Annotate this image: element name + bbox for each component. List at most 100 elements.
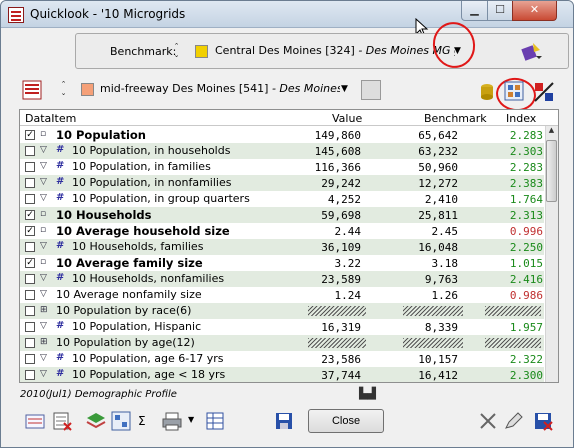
row-checkbox[interactable] [25,354,35,364]
benchmark-color-swatch [195,45,208,58]
table-row[interactable]: ⊞ 10 Population by race(6) [20,303,544,319]
delete-table-icon[interactable] [51,410,73,432]
scroll-up-arrow-icon[interactable]: ▲ [546,126,557,138]
column-header-value[interactable]: Value [332,112,362,125]
table-row[interactable]: ▽ 10 Average nonfamily size 1.24 1.26 0.986 [20,287,544,303]
close-button[interactable]: Close [308,409,384,433]
row-checkbox[interactable] [25,274,35,284]
remove-icon[interactable] [477,410,499,432]
filter-triangle-icon[interactable]: ▽ [40,321,47,331]
database-icon[interactable] [478,80,500,102]
table-row[interactable]: ✓ ▫ 10 Households 59,698 25,811 2.313 [20,207,544,223]
row-label: 10 Households [56,208,152,222]
save-icon[interactable] [273,410,295,432]
split-view-icon[interactable] [533,81,555,103]
filter-triangle-icon[interactable]: ▽ [40,289,47,299]
item-square-icon[interactable]: ▫ [40,209,46,219]
filter-triangle-icon[interactable]: ▽ [40,145,47,155]
row-checkbox[interactable]: ✓ [25,210,35,220]
table-row[interactable]: ▽ #10 Population, age < 18 yrs 37,744 16,41… [20,367,544,382]
profile-chart-icon[interactable]: ▙▟ [359,387,376,400]
row-checkbox[interactable] [25,370,35,380]
grid-settings-icon[interactable] [110,410,132,432]
vertical-scrollbar[interactable]: ▲ [545,126,558,382]
column-header-dataitem[interactable]: DataItem [25,112,76,125]
printer-dropdown-arrow-icon[interactable]: ▼ [188,415,194,424]
row-checkbox[interactable]: ✓ [25,226,35,236]
table-export-icon[interactable] [24,410,46,432]
table-row[interactable]: ▽ #10 Population, in families 116,366 50,96… [20,159,544,175]
filter-triangle-icon[interactable]: ▽ [40,353,47,363]
column-header-benchmark[interactable]: Benchmark [424,112,487,125]
row-checkbox[interactable] [25,242,35,252]
row-checkbox[interactable] [25,322,35,332]
row-checkbox[interactable] [25,178,35,188]
layers-icon[interactable] [85,410,107,432]
filter-triangle-icon[interactable]: ▽ [40,193,47,203]
save-close-icon[interactable] [532,410,554,432]
filter-triangle-icon[interactable]: ▽ [40,241,47,251]
column-header-index[interactable]: Index [506,112,536,125]
row-checkbox[interactable] [25,194,35,204]
item-square-icon[interactable]: ▫ [40,129,46,139]
minimize-button[interactable]: ▁ [461,1,488,21]
expand-plus-icon[interactable]: ⊞ [40,305,48,315]
table-row[interactable]: ✓ ▫ 10 Average household size 2.44 2.45 0.996 [20,223,544,239]
row-value: 23,586 [321,353,361,366]
benchmark-spinner[interactable]: ⌃ ⌄ [172,42,181,62]
area-spinner[interactable]: ⌃ ⌄ [59,80,68,100]
expand-plus-icon[interactable]: ⊞ [40,337,48,347]
table-row[interactable]: ▽ #10 Households, nonfamilies 23,589 9,763 2… [20,271,544,287]
row-checkbox[interactable] [25,146,35,156]
filter-triangle-icon[interactable]: ▽ [40,161,47,171]
table-row[interactable]: ▽ #10 Population, Hispanic 16,319 8,339 1.95… [20,319,544,335]
row-checkbox[interactable] [25,162,35,172]
row-checkbox[interactable] [25,338,35,348]
row-label: 10 Population, in households [72,144,231,157]
row-checkbox[interactable]: ✓ [25,258,35,268]
row-label: 10 Population, in nonfamilies [72,176,232,189]
area-zoom-tool-icon[interactable] [361,80,381,100]
benchmark-select[interactable]: Central Des Moines [324] - Des Moines MG… [215,44,455,57]
row-value: 36,109 [321,241,361,254]
report-grid-icon[interactable] [204,410,226,432]
numeric-hash-icon: # [56,352,65,363]
filter-triangle-icon[interactable]: ▽ [40,177,47,187]
table-row[interactable]: ▽ #10 Population, in group quarters 4,252 2… [20,191,544,207]
scroll-thumb[interactable] [546,140,557,202]
filter-triangle-icon[interactable]: ▽ [40,273,47,283]
benchmark-tools-icon[interactable] [520,40,542,62]
sigma-sum-icon[interactable]: Σ [138,414,146,428]
printer-icon[interactable] [161,410,183,432]
item-square-icon[interactable]: ▫ [40,257,46,267]
numeric-hash-icon: # [56,368,65,379]
title-bar[interactable]: Quicklook - '10 Microgrids ▁ ☐ ✕ [1,1,573,28]
benchmark-name: Central Des Moines [324] [215,44,355,57]
area-dropdown-arrow-icon[interactable]: ▼ [341,84,348,94]
row-benchmark: 9,763 [424,273,458,286]
table-row[interactable]: ▽ #10 Population, age 6-17 yrs 23,586 10,15… [20,351,544,367]
row-value: 37,744 [321,369,361,382]
table-row[interactable]: ▽ #10 Population, in households 145,608 63,… [20,143,544,159]
data-grid: DataItem Value Benchmark Index ✓ ▫ 10 Popu… [19,109,559,383]
filter-triangle-icon[interactable]: ▽ [40,369,47,379]
benchmark-panel: Benchmark: ⌃ ⌄ Central Des Moines [324] -… [75,33,569,69]
row-checkbox[interactable] [25,306,35,316]
benchmark-label: Benchmark: [110,45,177,58]
area-report-icon[interactable] [21,79,43,101]
table-row[interactable]: ✓ ▫ 10 Population 149,860 65,642 2.283 [20,127,544,143]
row-value: 1.24 [334,289,362,302]
table-row[interactable]: ▽ #10 Population, in nonfamilies 29,242 12,… [20,175,544,191]
table-row[interactable]: ✓ ▫ 10 Average family size 3.22 3.18 1.015 [20,255,544,271]
row-checkbox[interactable] [25,290,35,300]
close-window-button[interactable]: ✕ [512,1,557,21]
area-select[interactable]: mid-freeway Des Moines [541] - Des Moine… [100,82,340,95]
row-label: 10 Average family size [56,256,203,270]
grid-view-icon[interactable] [503,80,525,102]
table-row[interactable]: ⊞ 10 Population by age(12) [20,335,544,351]
maximize-button[interactable]: ☐ [487,1,513,21]
row-checkbox[interactable]: ✓ [25,130,35,140]
edit-icon[interactable] [503,410,525,432]
item-square-icon[interactable]: ▫ [40,225,46,235]
table-row[interactable]: ▽ #10 Households, families 36,109 16,048 2.2… [20,239,544,255]
